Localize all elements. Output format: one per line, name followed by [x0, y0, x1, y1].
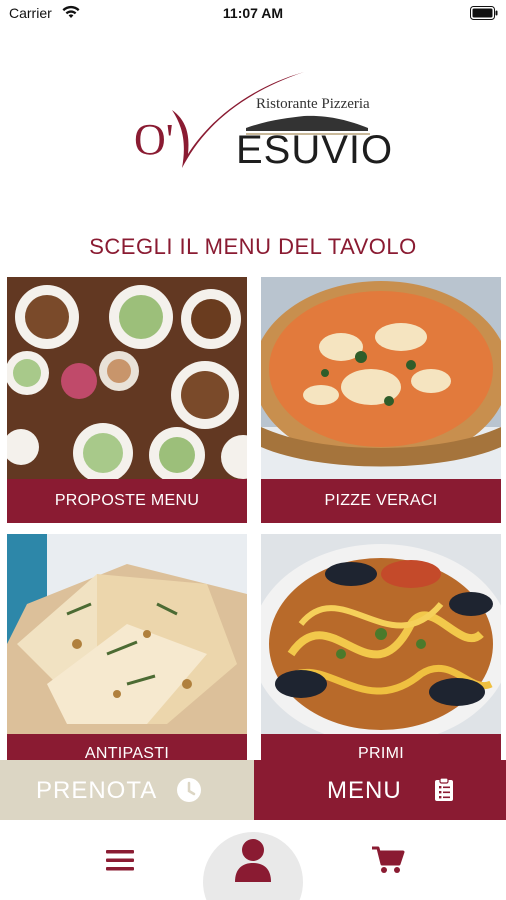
nav-profile-button[interactable] [203, 820, 303, 900]
section-title: SCEGLI IL MENU DEL TAVOLO [89, 234, 417, 259]
hamburger-menu-icon [106, 850, 134, 871]
prenota-label: PRENOTA [36, 777, 158, 804]
tile-label: PROPOSTE MENU [7, 479, 247, 523]
cart-icon [372, 846, 405, 873]
logo-tagline: Ristorante Pizzeria [256, 96, 370, 112]
menu-tile-pizze[interactable]: PIZZE VERACI [261, 277, 501, 523]
menu-tile-primi[interactable]: PRIMI [261, 534, 501, 766]
clock-icon [177, 778, 201, 802]
status-bar: Carrier 11:07 AM [0, 0, 506, 28]
menu-button[interactable]: MENU [254, 760, 506, 820]
nav-menu-button[interactable] [90, 820, 150, 900]
battery-icon [470, 6, 498, 20]
bottom-nav [0, 820, 506, 900]
prenota-button[interactable]: PRENOTA [0, 760, 254, 820]
restaurant-logo: O' Ristorante Pizzeria ESUVIO [128, 68, 392, 172]
nav-cart-button[interactable] [358, 820, 418, 900]
menu-tile-antipasti[interactable]: ANTIPASTI [7, 534, 247, 766]
action-bar: PRENOTA MENU [0, 760, 506, 820]
user-icon [235, 839, 271, 882]
menu-label: MENU [327, 777, 402, 804]
menu-tile-proposte[interactable]: PROPOSTE MENU [7, 277, 247, 523]
focaccia-photo [7, 534, 247, 734]
logo-letter-o: O' [134, 115, 174, 164]
pizza-photo [261, 277, 501, 479]
clock-time: 11:07 AM [222, 5, 284, 21]
clipboard-icon [435, 777, 453, 801]
logo-name: ESUVIO [236, 128, 394, 172]
tile-label: PIZZE VERACI [261, 479, 501, 523]
food-table-photo [7, 277, 247, 479]
seafood-pasta-photo [261, 534, 501, 734]
